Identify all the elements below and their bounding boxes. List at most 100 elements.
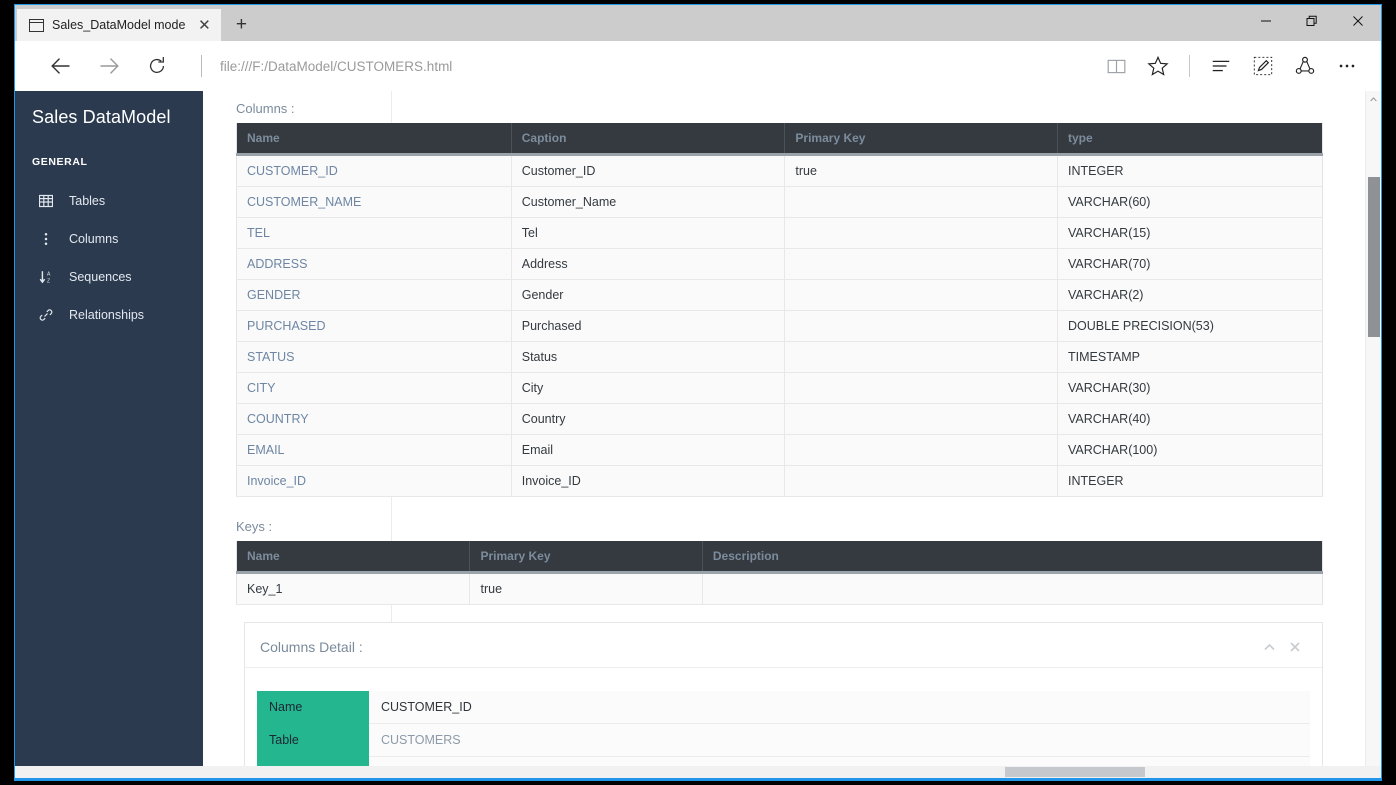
- cell-name[interactable]: CUSTOMER_NAME: [236, 186, 512, 218]
- key-header-description[interactable]: Description: [702, 541, 1323, 574]
- column-dots-icon: [38, 231, 54, 247]
- table-row[interactable]: CITY City VARCHAR(30): [236, 372, 1323, 404]
- close-icon[interactable]: [1282, 637, 1308, 657]
- minimize-button[interactable]: [1243, 5, 1289, 37]
- detail-table: NameCUSTOMER_IDTableCUSTOMERSTypeINTEGER…: [257, 691, 1310, 778]
- new-tab-button[interactable]: +: [221, 9, 261, 41]
- page-viewport: Sales DataModel GENERAL Tables Columns A…: [15, 91, 1381, 778]
- cell-caption: Tel: [511, 217, 786, 249]
- svg-text:A: A: [47, 272, 51, 278]
- columns-table-header-row: Name Caption Primary Key type: [236, 123, 1323, 156]
- cell-type: INTEGER: [1057, 465, 1323, 497]
- cell-type: VARCHAR(15): [1057, 217, 1323, 249]
- cell-name[interactable]: TEL: [236, 217, 512, 249]
- column-header-primary-key[interactable]: Primary Key: [784, 123, 1058, 156]
- title-bar: Sales_DataModel mode ✕ +: [15, 5, 1381, 41]
- sidebar-item-columns[interactable]: Columns: [15, 220, 203, 258]
- sidebar-item-label: Columns: [69, 232, 119, 246]
- cell-caption: Invoice_ID: [511, 465, 786, 497]
- detail-label: Table: [257, 723, 369, 757]
- sidebar-title: Sales DataModel: [32, 107, 171, 127]
- more-options-icon[interactable]: [1327, 46, 1367, 86]
- cell-name[interactable]: Invoice_ID: [236, 465, 512, 497]
- close-button[interactable]: [1335, 5, 1381, 37]
- panel-title: Columns Detail :: [260, 639, 363, 655]
- back-button[interactable]: [37, 46, 85, 86]
- table-row[interactable]: GENDER Gender VARCHAR(2): [236, 279, 1323, 311]
- table-grid-icon: [38, 193, 54, 209]
- sidebar: Sales DataModel GENERAL Tables Columns A…: [15, 91, 203, 778]
- cell-caption: Country: [511, 403, 786, 435]
- cell-primary-key: [784, 434, 1058, 466]
- cell-name[interactable]: CITY: [236, 372, 512, 404]
- cell-name[interactable]: CUSTOMER_ID: [236, 154, 512, 187]
- detail-value: CUSTOMER_ID: [369, 691, 1310, 724]
- horizontal-scrollbar[interactable]: [15, 766, 1381, 778]
- content-area: Columns : Name Caption Primary Key type …: [203, 91, 1381, 778]
- forward-button[interactable]: [85, 46, 133, 86]
- cell-caption: Customer_ID: [511, 154, 786, 187]
- sidebar-item-sequences[interactable]: A Z Sequences: [15, 258, 203, 296]
- cell-name[interactable]: EMAIL: [236, 434, 512, 466]
- refresh-button[interactable]: [133, 46, 181, 86]
- cell-type: VARCHAR(2): [1057, 279, 1323, 311]
- table-row[interactable]: TEL Tel VARCHAR(15): [236, 217, 1323, 249]
- vertical-scrollbar-thumb[interactable]: [1368, 177, 1380, 337]
- cell-description: [702, 572, 1323, 605]
- table-row[interactable]: CUSTOMER_ID Customer_ID true INTEGER: [236, 154, 1323, 187]
- vertical-scrollbar[interactable]: [1365, 91, 1381, 778]
- horizontal-scrollbar-thumb[interactable]: [1005, 767, 1145, 777]
- cell-primary-key: [784, 279, 1058, 311]
- column-header-caption[interactable]: Caption: [511, 123, 786, 156]
- sidebar-item-relationships[interactable]: Relationships: [15, 296, 203, 334]
- favorites-star-icon[interactable]: [1138, 46, 1178, 86]
- table-row[interactable]: STATUS Status TIMESTAMP: [236, 341, 1323, 373]
- scroll-up-icon[interactable]: [1366, 91, 1381, 108]
- table-row[interactable]: Invoice_ID Invoice_ID INTEGER: [236, 465, 1323, 497]
- sidebar-item-label: Sequences: [69, 270, 132, 284]
- share-icon[interactable]: [1285, 46, 1325, 86]
- hub-icon[interactable]: [1201, 46, 1241, 86]
- scrollable-content: Columns : Name Caption Primary Key type …: [203, 91, 1366, 778]
- key-header-primary-key[interactable]: Primary Key: [469, 541, 703, 574]
- cell-name[interactable]: GENDER: [236, 279, 512, 311]
- cell-name[interactable]: STATUS: [236, 341, 512, 373]
- address-separator: [201, 55, 202, 77]
- restore-button[interactable]: [1289, 5, 1335, 37]
- page-icon: [29, 18, 44, 32]
- key-header-name[interactable]: Name: [236, 541, 471, 574]
- column-header-name[interactable]: Name: [236, 123, 512, 156]
- browser-tab[interactable]: Sales_DataModel mode ✕: [17, 9, 222, 41]
- table-row[interactable]: COUNTRY Country VARCHAR(40): [236, 403, 1323, 435]
- cell-type: INTEGER: [1057, 154, 1323, 187]
- column-header-type[interactable]: type: [1057, 123, 1323, 156]
- detail-label: Name: [257, 691, 369, 724]
- cell-type: VARCHAR(100): [1057, 434, 1323, 466]
- cell-type: VARCHAR(60): [1057, 186, 1323, 218]
- cell-name[interactable]: ADDRESS: [236, 248, 512, 280]
- cell-type: TIMESTAMP: [1057, 341, 1323, 373]
- table-row[interactable]: ADDRESS Address VARCHAR(70): [236, 248, 1323, 280]
- tab-close-icon[interactable]: ✕: [193, 14, 215, 36]
- cell-name[interactable]: COUNTRY: [236, 403, 512, 435]
- keys-section-label: Keys :: [236, 519, 273, 534]
- table-row[interactable]: Key_1 true: [236, 572, 1323, 605]
- address-bar[interactable]: file:///F:/DataModel/CUSTOMERS.html: [208, 46, 1096, 86]
- chevron-up-icon[interactable]: [1256, 637, 1282, 657]
- cell-caption: City: [511, 372, 786, 404]
- cell-caption: Status: [511, 341, 786, 373]
- sidebar-item-tables[interactable]: Tables: [15, 182, 203, 220]
- cell-caption: Gender: [511, 279, 786, 311]
- table-row[interactable]: EMAIL Email VARCHAR(100): [236, 434, 1323, 466]
- reading-view-icon[interactable]: [1096, 46, 1136, 86]
- cell-primary-key: [784, 403, 1058, 435]
- web-note-pen-icon[interactable]: [1243, 46, 1283, 86]
- window-controls: [1243, 5, 1381, 37]
- cell-name[interactable]: PURCHASED: [236, 310, 512, 342]
- cell-primary-key: true: [784, 154, 1058, 187]
- table-row[interactable]: PURCHASED Purchased DOUBLE PRECISION(53): [236, 310, 1323, 342]
- detail-value[interactable]: CUSTOMERS: [369, 723, 1310, 757]
- sidebar-item-label: Relationships: [69, 308, 145, 322]
- table-row[interactable]: CUSTOMER_NAME Customer_Name VARCHAR(60): [236, 186, 1323, 218]
- cell-caption: Customer_Name: [511, 186, 786, 218]
